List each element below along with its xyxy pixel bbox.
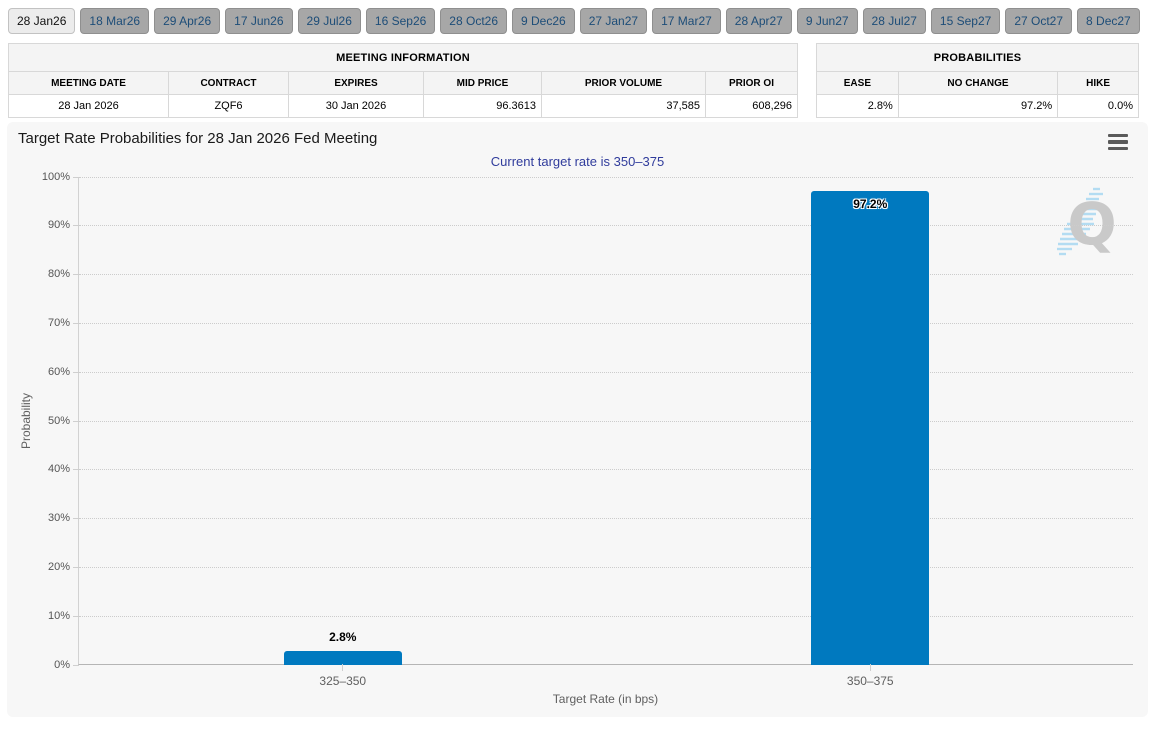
table-cell: 97.2%: [898, 95, 1057, 118]
table-cell: 28 Jan 2026: [9, 95, 169, 118]
y-axis-label: 70%: [28, 317, 70, 330]
y-axis-label: 80%: [28, 268, 70, 281]
meeting-tab-29-apr26[interactable]: 29 Apr26: [154, 8, 220, 34]
plot-area: 0%10%20%30%40%50%60%70%80%90%100%2.8%325…: [78, 177, 1133, 665]
x-category-label: 350–375: [805, 674, 935, 688]
column-header: NO CHANGE: [898, 72, 1057, 95]
meeting-tab-8-dec27[interactable]: 8 Dec27: [1077, 8, 1140, 34]
meeting-tab-28-jul27[interactable]: 28 Jul27: [863, 8, 926, 34]
gridline: [79, 469, 1133, 470]
gridline: [79, 323, 1133, 324]
chart-title: Target Rate Probabilities for 28 Jan 202…: [18, 130, 377, 147]
table-title: PROBABILITIES: [817, 44, 1139, 72]
y-axis-tick: [73, 421, 79, 422]
column-header: PRIOR OI: [706, 72, 798, 95]
meeting-tab-27-jan27[interactable]: 27 Jan27: [580, 8, 647, 34]
y-axis-tick: [73, 225, 79, 226]
y-axis-label: 100%: [28, 171, 70, 184]
table-title: MEETING INFORMATION: [9, 44, 798, 72]
gridline: [79, 274, 1133, 275]
y-axis-label: 90%: [28, 219, 70, 232]
y-axis-label: 50%: [28, 415, 70, 428]
meeting-tab-9-dec26[interactable]: 9 Dec26: [512, 8, 575, 34]
meeting-tab-29-jul26[interactable]: 29 Jul26: [298, 8, 361, 34]
column-header: HIKE: [1058, 72, 1139, 95]
y-axis-tick: [73, 323, 79, 324]
column-header: EASE: [817, 72, 899, 95]
x-category-label: 325–350: [278, 674, 408, 688]
y-axis-tick: [73, 665, 79, 666]
bar-value-label: 97.2%: [811, 197, 929, 211]
gridline: [79, 177, 1133, 178]
table-row: 28 Jan 2026ZQF630 Jan 202696.361337,5856…: [9, 95, 798, 118]
y-axis-label: 20%: [28, 561, 70, 574]
table-cell: 0.0%: [1058, 95, 1139, 118]
meeting-tab-17-jun26[interactable]: 17 Jun26: [225, 8, 292, 34]
column-header: PRIOR VOLUME: [542, 72, 706, 95]
summary-tables: MEETING INFORMATIONMEETING DATECONTRACTE…: [8, 43, 1139, 118]
meeting-tab-17-mar27[interactable]: 17 Mar27: [652, 8, 721, 34]
y-axis-label: 40%: [28, 463, 70, 476]
table-cell: 96.3613: [424, 95, 542, 118]
table-cell: ZQF6: [169, 95, 289, 118]
y-axis-tick: [73, 518, 79, 519]
x-axis-tick: [870, 664, 871, 671]
meeting-tab-9-jun27[interactable]: 9 Jun27: [797, 8, 858, 34]
probabilities-table: PROBABILITIESEASENO CHANGEHIKE2.8%97.2%0…: [816, 43, 1139, 118]
chart-subtitle: Current target rate is 350–375: [7, 154, 1148, 169]
meeting-tab-28-jan26[interactable]: 28 Jan26: [8, 8, 75, 34]
table-cell: 2.8%: [817, 95, 899, 118]
meeting-tab-18-mar26[interactable]: 18 Mar26: [80, 8, 149, 34]
table-cell: 30 Jan 2026: [289, 95, 424, 118]
y-axis-label: 30%: [28, 512, 70, 525]
y-axis-label: 10%: [28, 610, 70, 623]
y-axis-tick: [73, 274, 79, 275]
target-rate-chart: Target Rate Probabilities for 28 Jan 202…: [7, 122, 1148, 717]
gridline: [79, 225, 1133, 226]
y-axis-tick: [73, 469, 79, 470]
meeting-tab-28-apr27[interactable]: 28 Apr27: [726, 8, 792, 34]
gridline: [79, 372, 1133, 373]
x-axis-tick: [342, 664, 343, 671]
gridline: [79, 616, 1133, 617]
y-axis-tick: [73, 567, 79, 568]
gridline: [79, 518, 1133, 519]
gridline: [79, 567, 1133, 568]
column-header: MEETING DATE: [9, 72, 169, 95]
chart-menu-hamburger-icon[interactable]: [1108, 134, 1128, 150]
meeting-tab-27-oct27[interactable]: 27 Oct27: [1005, 8, 1072, 34]
table-cell: 608,296: [706, 95, 798, 118]
y-axis-tick: [73, 177, 79, 178]
y-axis-tick: [73, 616, 79, 617]
y-axis-tick: [73, 372, 79, 373]
table-cell: 37,585: [542, 95, 706, 118]
y-axis-label: 60%: [28, 366, 70, 379]
table-row: 2.8%97.2%0.0%: [817, 95, 1139, 118]
meeting-tab-15-sep27[interactable]: 15 Sep27: [931, 8, 1000, 34]
meeting-info-table: MEETING INFORMATIONMEETING DATECONTRACTE…: [8, 43, 798, 118]
probability-bar-325–350[interactable]: [284, 651, 402, 665]
meeting-tab-28-oct26[interactable]: 28 Oct26: [440, 8, 507, 34]
meeting-tab-bar: 28 Jan2618 Mar2629 Apr2617 Jun2629 Jul26…: [0, 0, 1155, 41]
column-header: CONTRACT: [169, 72, 289, 95]
gridline: [79, 421, 1133, 422]
meeting-tab-16-sep26[interactable]: 16 Sep26: [366, 8, 435, 34]
x-axis-title: Target Rate (in bps): [78, 692, 1133, 706]
probability-bar-350–375[interactable]: [811, 191, 929, 665]
column-header: EXPIRES: [289, 72, 424, 95]
bar-value-label: 2.8%: [284, 630, 402, 644]
y-axis-label: 0%: [28, 659, 70, 672]
column-header: MID PRICE: [424, 72, 542, 95]
